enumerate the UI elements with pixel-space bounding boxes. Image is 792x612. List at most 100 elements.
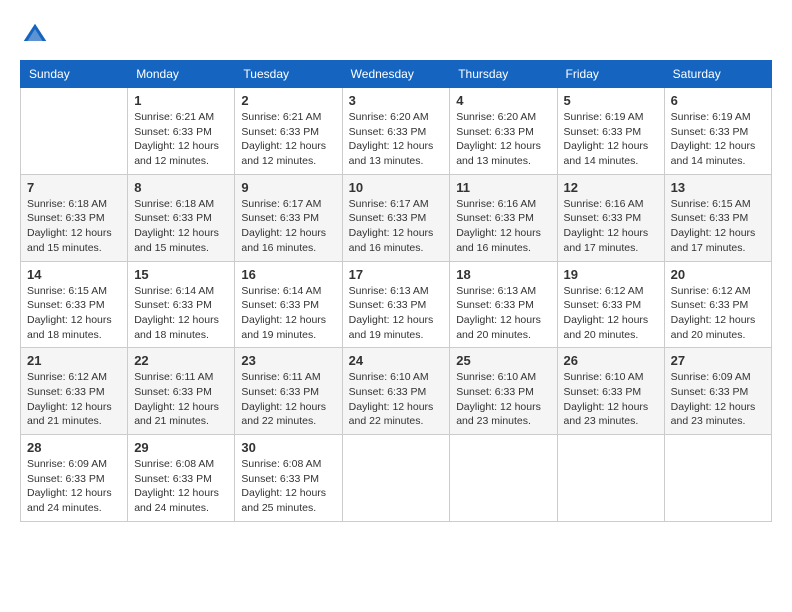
day-info: Sunrise: 6:10 AM Sunset: 6:33 PM Dayligh… <box>456 370 550 429</box>
calendar-cell: 15Sunrise: 6:14 AM Sunset: 6:33 PM Dayli… <box>128 261 235 348</box>
calendar-cell: 11 Sunrise: 6:16 AM Sunset: 6:33 PM Dayli… <box>450 174 557 261</box>
day-number: 23 <box>241 353 335 368</box>
day-number: 27 <box>671 353 765 368</box>
day-info: Sunrise: 6:08 AM Sunset: 6:33 PM Dayligh… <box>241 457 335 516</box>
day-number: 20 <box>671 267 765 282</box>
calendar-cell: 28 Sunrise: 6:09 AM Sunset: 6:33 PM Dayli… <box>21 435 128 522</box>
day-info: Sunrise: 6:14 AM Sunset: 6:33 PM Dayligh… <box>241 284 335 343</box>
calendar-cell: 14 Sunrise: 6:15 AM Sunset: 6:33 PM Dayli… <box>21 261 128 348</box>
day-number: 29 <box>134 440 228 455</box>
day-number: 19 <box>564 267 658 282</box>
day-number: 22 <box>134 353 228 368</box>
calendar-cell: 2 Sunrise: 6:21 AM Sunset: 6:33 PM Daylig… <box>235 88 342 175</box>
logo-icon <box>20 20 50 50</box>
logo <box>20 20 54 50</box>
day-info: Sunrise: 6:09 AM Sunset: 6:33 PM Dayligh… <box>27 457 121 516</box>
day-number: 26 <box>564 353 658 368</box>
calendar-cell: 3 Sunrise: 6:20 AM Sunset: 6:33 PM Daylig… <box>342 88 450 175</box>
calendar-cell: 20 Sunrise: 6:12 AM Sunset: 6:33 PM Dayli… <box>664 261 771 348</box>
calendar-cell: 22 Sunrise: 6:11 AM Sunset: 6:33 PM Dayli… <box>128 348 235 435</box>
day-number: 6 <box>671 93 765 108</box>
calendar-cell: 9 Sunrise: 6:17 AM Sunset: 6:33 PM Daylig… <box>235 174 342 261</box>
day-info: Sunrise: 6:12 AM Sunset: 6:33 PM Dayligh… <box>27 370 121 429</box>
day-info: Sunrise: 6:15 AM Sunset: 6:33 PM Dayligh… <box>671 197 765 256</box>
day-number: 30 <box>241 440 335 455</box>
calendar-cell <box>21 88 128 175</box>
day-number: 14 <box>27 267 121 282</box>
day-info: Sunrise: 6:15 AM Sunset: 6:33 PM Dayligh… <box>27 284 121 343</box>
day-number: 17 <box>349 267 444 282</box>
day-number: 21 <box>27 353 121 368</box>
calendar-cell: 18 Sunrise: 6:13 AM Sunset: 6:33 PM Dayli… <box>450 261 557 348</box>
day-number: 1 <box>134 93 228 108</box>
day-info: Sunrise: 6:16 AM Sunset: 6:33 PM Dayligh… <box>564 197 658 256</box>
day-info: Sunrise: 6:12 AM Sunset: 6:33 PM Dayligh… <box>671 284 765 343</box>
day-info: Sunrise: 6:13 AM Sunset: 6:33 PM Dayligh… <box>349 284 444 343</box>
calendar-cell: 21 Sunrise: 6:12 AM Sunset: 6:33 PM Dayli… <box>21 348 128 435</box>
day-info: Sunrise: 6:11 AM Sunset: 6:33 PM Dayligh… <box>241 370 335 429</box>
calendar-header-row: SundayMondayTuesdayWednesdayThursdayFrid… <box>21 61 772 88</box>
day-header-wednesday: Wednesday <box>342 61 450 88</box>
calendar-week-row: 28 Sunrise: 6:09 AM Sunset: 6:33 PM Dayli… <box>21 435 772 522</box>
calendar-cell: 17 Sunrise: 6:13 AM Sunset: 6:33 PM Dayli… <box>342 261 450 348</box>
day-info: Sunrise: 6:13 AM Sunset: 6:33 PM Dayligh… <box>456 284 550 343</box>
calendar-week-row: 7 Sunrise: 6:18 AM Sunset: 6:33 PM Daylig… <box>21 174 772 261</box>
calendar-cell: 26 Sunrise: 6:10 AM Sunset: 6:33 PM Dayli… <box>557 348 664 435</box>
calendar-cell: 6 Sunrise: 6:19 AM Sunset: 6:33 PM Daylig… <box>664 88 771 175</box>
day-info: Sunrise: 6:10 AM Sunset: 6:33 PM Dayligh… <box>564 370 658 429</box>
day-number: 24 <box>349 353 444 368</box>
day-info: Sunrise: 6:16 AM Sunset: 6:33 PM Dayligh… <box>456 197 550 256</box>
day-info: Sunrise: 6:10 AM Sunset: 6:33 PM Dayligh… <box>349 370 444 429</box>
day-info: Sunrise: 6:19 AM Sunset: 6:33 PM Dayligh… <box>564 110 658 169</box>
calendar-cell: 13 Sunrise: 6:15 AM Sunset: 6:33 PM Dayli… <box>664 174 771 261</box>
day-header-saturday: Saturday <box>664 61 771 88</box>
day-number: 28 <box>27 440 121 455</box>
day-number: 12 <box>564 180 658 195</box>
calendar-cell: 4Sunrise: 6:20 AM Sunset: 6:33 PM Daylig… <box>450 88 557 175</box>
day-number: 13 <box>671 180 765 195</box>
calendar-cell <box>342 435 450 522</box>
calendar-week-row: 21 Sunrise: 6:12 AM Sunset: 6:33 PM Dayli… <box>21 348 772 435</box>
day-info: Sunrise: 6:19 AM Sunset: 6:33 PM Dayligh… <box>671 110 765 169</box>
day-info: Sunrise: 6:18 AM Sunset: 6:33 PM Dayligh… <box>134 197 228 256</box>
day-number: 9 <box>241 180 335 195</box>
day-info: Sunrise: 6:18 AM Sunset: 6:33 PM Dayligh… <box>27 197 121 256</box>
day-info: Sunrise: 6:08 AM Sunset: 6:33 PM Dayligh… <box>134 457 228 516</box>
calendar-cell: 7 Sunrise: 6:18 AM Sunset: 6:33 PM Daylig… <box>21 174 128 261</box>
day-info: Sunrise: 6:21 AM Sunset: 6:33 PM Dayligh… <box>241 110 335 169</box>
calendar-cell: 25 Sunrise: 6:10 AM Sunset: 6:33 PM Dayli… <box>450 348 557 435</box>
day-number: 2 <box>241 93 335 108</box>
calendar-cell: 30 Sunrise: 6:08 AM Sunset: 6:33 PM Dayli… <box>235 435 342 522</box>
day-number: 5 <box>564 93 658 108</box>
page-header <box>20 20 772 50</box>
calendar-cell: 8Sunrise: 6:18 AM Sunset: 6:33 PM Daylig… <box>128 174 235 261</box>
day-info: Sunrise: 6:20 AM Sunset: 6:33 PM Dayligh… <box>349 110 444 169</box>
day-number: 16 <box>241 267 335 282</box>
calendar-cell: 23 Sunrise: 6:11 AM Sunset: 6:33 PM Dayli… <box>235 348 342 435</box>
day-header-sunday: Sunday <box>21 61 128 88</box>
day-header-monday: Monday <box>128 61 235 88</box>
day-info: Sunrise: 6:17 AM Sunset: 6:33 PM Dayligh… <box>349 197 444 256</box>
day-info: Sunrise: 6:12 AM Sunset: 6:33 PM Dayligh… <box>564 284 658 343</box>
day-number: 10 <box>349 180 444 195</box>
day-info: Sunrise: 6:09 AM Sunset: 6:33 PM Dayligh… <box>671 370 765 429</box>
calendar-cell <box>664 435 771 522</box>
day-header-friday: Friday <box>557 61 664 88</box>
calendar-cell <box>450 435 557 522</box>
calendar-week-row: 14 Sunrise: 6:15 AM Sunset: 6:33 PM Dayli… <box>21 261 772 348</box>
day-number: 3 <box>349 93 444 108</box>
calendar-table: SundayMondayTuesdayWednesdayThursdayFrid… <box>20 60 772 522</box>
day-info: Sunrise: 6:17 AM Sunset: 6:33 PM Dayligh… <box>241 197 335 256</box>
calendar-cell <box>557 435 664 522</box>
day-header-thursday: Thursday <box>450 61 557 88</box>
day-info: Sunrise: 6:20 AM Sunset: 6:33 PM Dayligh… <box>456 110 550 169</box>
calendar-cell: 1Sunrise: 6:21 AM Sunset: 6:33 PM Daylig… <box>128 88 235 175</box>
day-number: 18 <box>456 267 550 282</box>
calendar-cell: 16 Sunrise: 6:14 AM Sunset: 6:33 PM Dayli… <box>235 261 342 348</box>
day-number: 7 <box>27 180 121 195</box>
day-number: 11 <box>456 180 550 195</box>
calendar-cell: 27 Sunrise: 6:09 AM Sunset: 6:33 PM Dayli… <box>664 348 771 435</box>
calendar-cell: 5 Sunrise: 6:19 AM Sunset: 6:33 PM Daylig… <box>557 88 664 175</box>
day-info: Sunrise: 6:11 AM Sunset: 6:33 PM Dayligh… <box>134 370 228 429</box>
day-number: 25 <box>456 353 550 368</box>
